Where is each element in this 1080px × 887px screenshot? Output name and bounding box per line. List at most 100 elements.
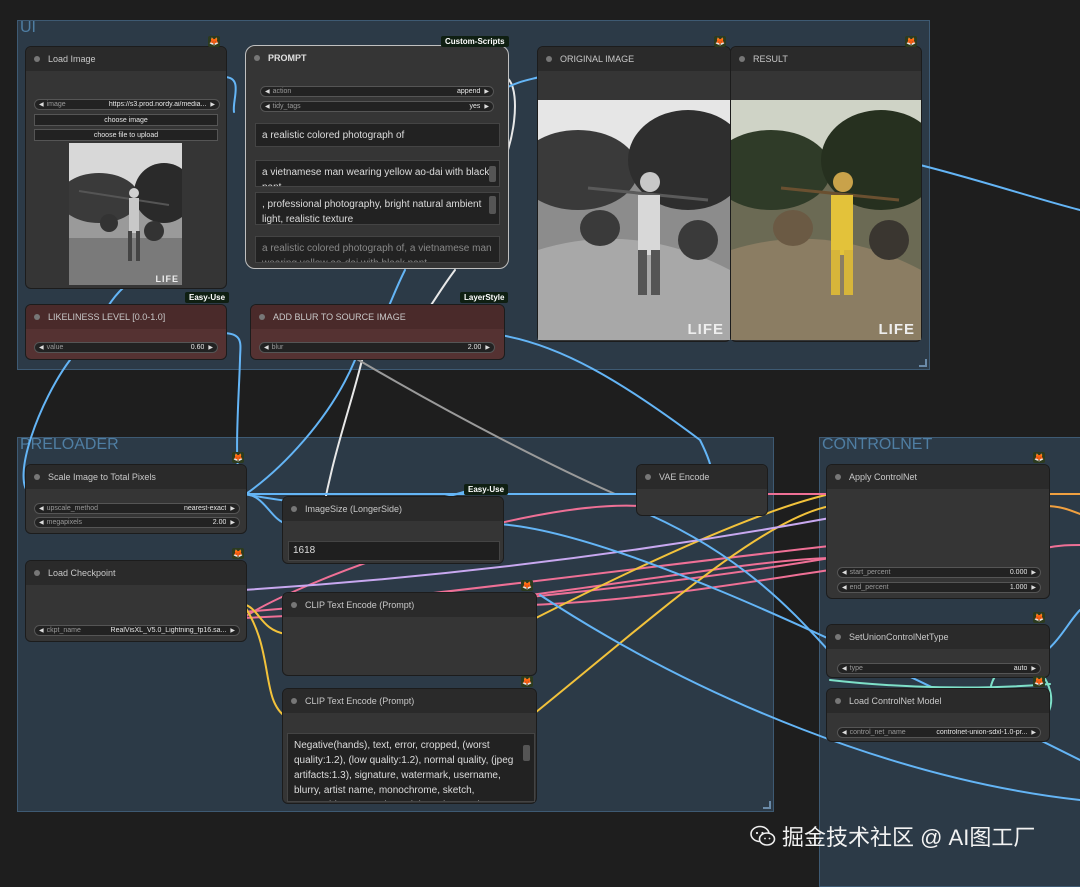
arrow-right-icon[interactable]: ▶ (1031, 665, 1036, 672)
collapse-dot[interactable] (546, 56, 552, 62)
arrow-left-icon[interactable]: ◀ (39, 101, 44, 108)
arrow-left-icon[interactable]: ◀ (39, 519, 44, 526)
vae-encode-node[interactable]: VAE Encode (636, 464, 768, 516)
control-net-name-select[interactable]: ◀ control_net_name controlnet-union-sdxl… (837, 727, 1041, 738)
arrow-right-icon[interactable]: ▶ (484, 103, 489, 110)
arrow-left-icon[interactable]: ◀ (39, 627, 44, 634)
group-resize-handle[interactable] (763, 801, 771, 809)
node-header[interactable]: VAE Encode (637, 465, 767, 489)
image-select[interactable]: ◀ image https://s3.prod.nordy.ai/media..… (34, 99, 220, 110)
node-header[interactable]: CLIP Text Encode (Prompt) (283, 689, 536, 713)
prompt-suffix-textarea[interactable]: , professional photography, bright natur… (255, 192, 500, 225)
collapse-dot[interactable] (291, 698, 297, 704)
upload-file-button[interactable]: choose file to upload (34, 129, 218, 141)
arrow-left-icon[interactable]: ◀ (265, 88, 270, 95)
upscale-method-select[interactable]: ◀ upscale_method nearest-exact ▶ (34, 503, 240, 514)
arrow-right-icon[interactable]: ▶ (208, 344, 213, 351)
imagesize-node[interactable]: ImageSize (LongerSide) 1618 (282, 496, 504, 564)
arrow-left-icon[interactable]: ◀ (264, 344, 269, 351)
tidy-tags-select[interactable]: ◀ tidy_tags yes ▶ (260, 101, 494, 112)
node-header[interactable]: ImageSize (LongerSide) (283, 497, 503, 521)
arrow-right-icon[interactable]: ▶ (1031, 569, 1036, 576)
scrollbar[interactable] (489, 196, 496, 214)
load-controlnet-model-node[interactable]: Load ControlNet Model ◀ control_net_name… (826, 688, 1050, 742)
arrow-left-icon[interactable]: ◀ (265, 103, 270, 110)
node-header[interactable]: Load Checkpoint (26, 561, 246, 585)
collapse-dot[interactable] (259, 314, 265, 320)
arrow-right-icon[interactable]: ▶ (210, 101, 215, 108)
fox-icon: 🦊 (232, 548, 244, 559)
widget-label: upscale_method (46, 505, 98, 512)
widget-label: start_percent (849, 569, 891, 576)
arrow-right-icon[interactable]: ▶ (485, 344, 490, 351)
ckpt-name-select[interactable]: ◀ ckpt_name RealVisXL_V5.0_Lightning_fp1… (34, 625, 240, 636)
collapse-dot[interactable] (34, 474, 40, 480)
node-header[interactable]: ADD BLUR TO SOURCE IMAGE (251, 305, 504, 329)
widget-value: 0.000 (1009, 569, 1028, 576)
collapse-dot[interactable] (34, 56, 40, 62)
arrow-right-icon[interactable]: ▶ (230, 519, 235, 526)
negative-prompt-textarea[interactable]: Negative(hands), text, error, cropped, (… (287, 733, 535, 802)
collapse-dot[interactable] (34, 570, 40, 576)
prompt-subject-textarea[interactable]: a vietnamese man wearing yellow ao-dai w… (255, 160, 500, 187)
collapse-dot[interactable] (835, 474, 841, 480)
group-resize-handle[interactable] (919, 359, 927, 367)
likeliness-level-node[interactable]: LIKELINESS LEVEL [0.0-1.0] ◀ value 0.60 … (25, 304, 227, 360)
arrow-left-icon[interactable]: ◀ (842, 729, 847, 736)
start-percent-slider[interactable]: ◀ start_percent 0.000 ▶ (837, 567, 1041, 578)
apply-controlnet-node[interactable]: Apply ControlNet ◀ start_percent 0.000 ▶… (826, 464, 1050, 599)
node-header[interactable]: LIKELINESS LEVEL [0.0-1.0] (26, 305, 226, 329)
collapse-dot[interactable] (645, 474, 651, 480)
clip-text-encode-positive-node[interactable]: CLIP Text Encode (Prompt) (282, 592, 537, 676)
scrollbar[interactable] (523, 745, 530, 761)
add-blur-node[interactable]: ADD BLUR TO SOURCE IMAGE ◀ blur 2.00 ▶ (250, 304, 505, 360)
widget-label: value (46, 344, 64, 351)
scale-image-node[interactable]: Scale Image to Total Pixels ◀ upscale_me… (25, 464, 247, 534)
node-header[interactable]: Scale Image to Total Pixels (26, 465, 246, 489)
set-union-controlnet-type-node[interactable]: SetUnionControlNetType ◀ type auto ▶ (826, 624, 1050, 678)
collapse-dot[interactable] (835, 698, 841, 704)
collapse-dot[interactable] (291, 602, 297, 608)
load-checkpoint-node[interactable]: Load Checkpoint ◀ ckpt_name RealVisXL_V5… (25, 560, 247, 642)
collapse-dot[interactable] (254, 55, 260, 61)
node-header[interactable]: PROMPT (246, 46, 508, 70)
node-header[interactable]: ORIGINAL IMAGE (538, 47, 730, 71)
clip-text-encode-negative-node[interactable]: CLIP Text Encode (Prompt) Negative(hands… (282, 688, 537, 804)
node-title: Load Image (48, 54, 96, 64)
prompt-node[interactable]: PROMPT ◀ action append ▶ ◀ tidy_tags yes… (245, 45, 509, 269)
likeliness-value-slider[interactable]: ◀ value 0.60 ▶ (34, 342, 218, 353)
node-header[interactable]: CLIP Text Encode (Prompt) (283, 593, 536, 617)
prompt-prefix-textarea[interactable]: a realistic colored photograph of (255, 123, 500, 147)
action-select[interactable]: ◀ action append ▶ (260, 86, 494, 97)
widget-label: type (849, 665, 863, 672)
arrow-right-icon[interactable]: ▶ (1031, 729, 1036, 736)
arrow-left-icon[interactable]: ◀ (842, 665, 847, 672)
arrow-right-icon[interactable]: ▶ (230, 505, 235, 512)
collapse-dot[interactable] (739, 56, 745, 62)
scrollbar[interactable] (489, 166, 496, 182)
widget-value: 1.000 (1009, 584, 1028, 591)
node-header[interactable]: SetUnionControlNetType (827, 625, 1049, 649)
widget-value: yes (469, 103, 481, 110)
arrow-left-icon[interactable]: ◀ (39, 344, 44, 351)
arrow-left-icon[interactable]: ◀ (39, 505, 44, 512)
end-percent-slider[interactable]: ◀ end_percent 1.000 ▶ (837, 582, 1041, 593)
node-header[interactable]: RESULT (731, 47, 921, 71)
watermark: 掘金技术社区 @ AI图工厂 (750, 820, 1035, 852)
collapse-dot[interactable] (835, 634, 841, 640)
arrow-right-icon[interactable]: ▶ (230, 627, 235, 634)
node-header[interactable]: Load ControlNet Model (827, 689, 1049, 713)
collapse-dot[interactable] (291, 506, 297, 512)
arrow-right-icon[interactable]: ▶ (484, 88, 489, 95)
arrow-left-icon[interactable]: ◀ (842, 584, 847, 591)
arrow-left-icon[interactable]: ◀ (842, 569, 847, 576)
type-select[interactable]: ◀ type auto ▶ (837, 663, 1041, 674)
megapixels-slider[interactable]: ◀ megapixels 2.00 ▶ (34, 517, 240, 528)
collapse-dot[interactable] (34, 314, 40, 320)
node-header[interactable]: Load Image (26, 47, 226, 71)
choose-image-button[interactable]: choose image (34, 114, 218, 126)
node-header[interactable]: Apply ControlNet (827, 465, 1049, 489)
node-title: Apply ControlNet (849, 472, 918, 482)
arrow-right-icon[interactable]: ▶ (1031, 584, 1036, 591)
blur-value-slider[interactable]: ◀ blur 2.00 ▶ (259, 342, 495, 353)
